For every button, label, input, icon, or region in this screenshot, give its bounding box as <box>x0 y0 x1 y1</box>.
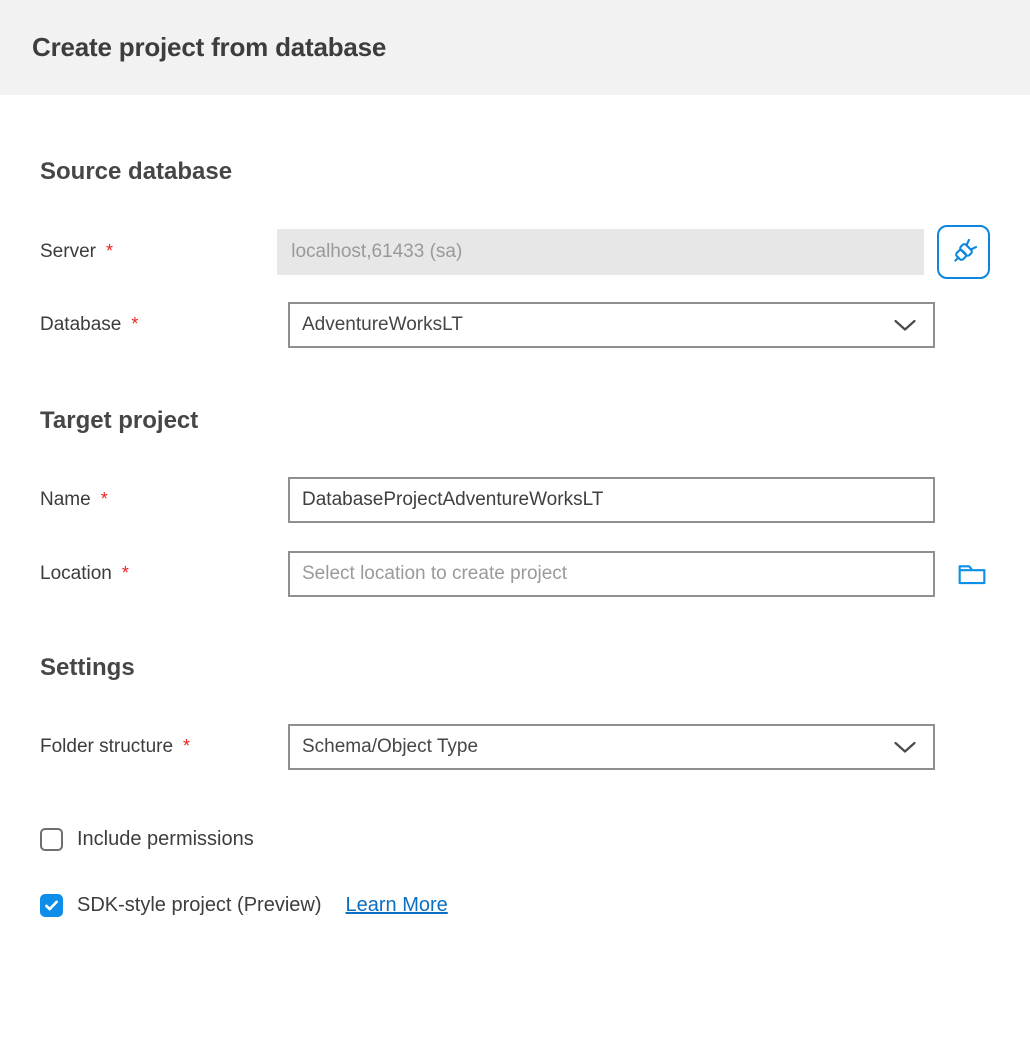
page-title: Create project from database <box>32 32 386 63</box>
include-permissions-label: Include permissions <box>77 828 254 851</box>
folder-structure-dropdown-value: Schema/Object Type <box>302 736 478 758</box>
browse-folder-button[interactable] <box>957 561 987 587</box>
location-input[interactable] <box>288 551 935 597</box>
server-input[interactable] <box>277 229 924 275</box>
folder-structure-row: Folder structure * Schema/Object Type <box>40 724 990 770</box>
section-heading-target-project: Target project <box>40 407 990 435</box>
sdk-style-row: SDK-style project (Preview) Learn More <box>40 894 990 917</box>
sdk-style-label: SDK-style project (Preview) <box>77 894 322 917</box>
sdk-style-checkbox[interactable] <box>40 894 63 917</box>
section-heading-settings: Settings <box>40 654 990 682</box>
plug-icon <box>949 237 979 267</box>
folder-structure-dropdown[interactable]: Schema/Object Type <box>288 724 935 770</box>
chevron-down-icon <box>893 319 917 332</box>
name-label: Name * <box>40 489 288 511</box>
location-label: Location * <box>40 563 288 585</box>
required-marker: * <box>131 314 138 335</box>
chevron-down-icon <box>893 741 917 754</box>
select-connection-button[interactable] <box>937 225 990 279</box>
folder-icon <box>957 561 987 587</box>
server-label: Server * <box>40 241 277 263</box>
required-marker: * <box>101 489 108 510</box>
dialog-body: Source database Server * <box>0 158 1030 917</box>
location-row: Location * <box>40 551 990 597</box>
required-marker: * <box>122 563 129 584</box>
name-row: Name * <box>40 477 990 523</box>
database-row: Database * AdventureWorksLT <box>40 302 990 348</box>
checkmark-icon <box>43 897 60 914</box>
required-marker: * <box>106 241 113 262</box>
section-heading-source-database: Source database <box>40 158 990 186</box>
server-row: Server * <box>40 225 990 279</box>
dialog-header: Create project from database <box>0 0 1030 95</box>
database-label: Database * <box>40 314 288 336</box>
include-permissions-row: Include permissions <box>40 828 990 851</box>
learn-more-link[interactable]: Learn More <box>346 894 448 917</box>
project-name-input[interactable] <box>288 477 935 523</box>
include-permissions-checkbox[interactable] <box>40 828 63 851</box>
required-marker: * <box>183 736 190 757</box>
database-dropdown-value: AdventureWorksLT <box>302 314 463 336</box>
database-dropdown[interactable]: AdventureWorksLT <box>288 302 935 348</box>
folder-structure-label: Folder structure * <box>40 736 288 758</box>
